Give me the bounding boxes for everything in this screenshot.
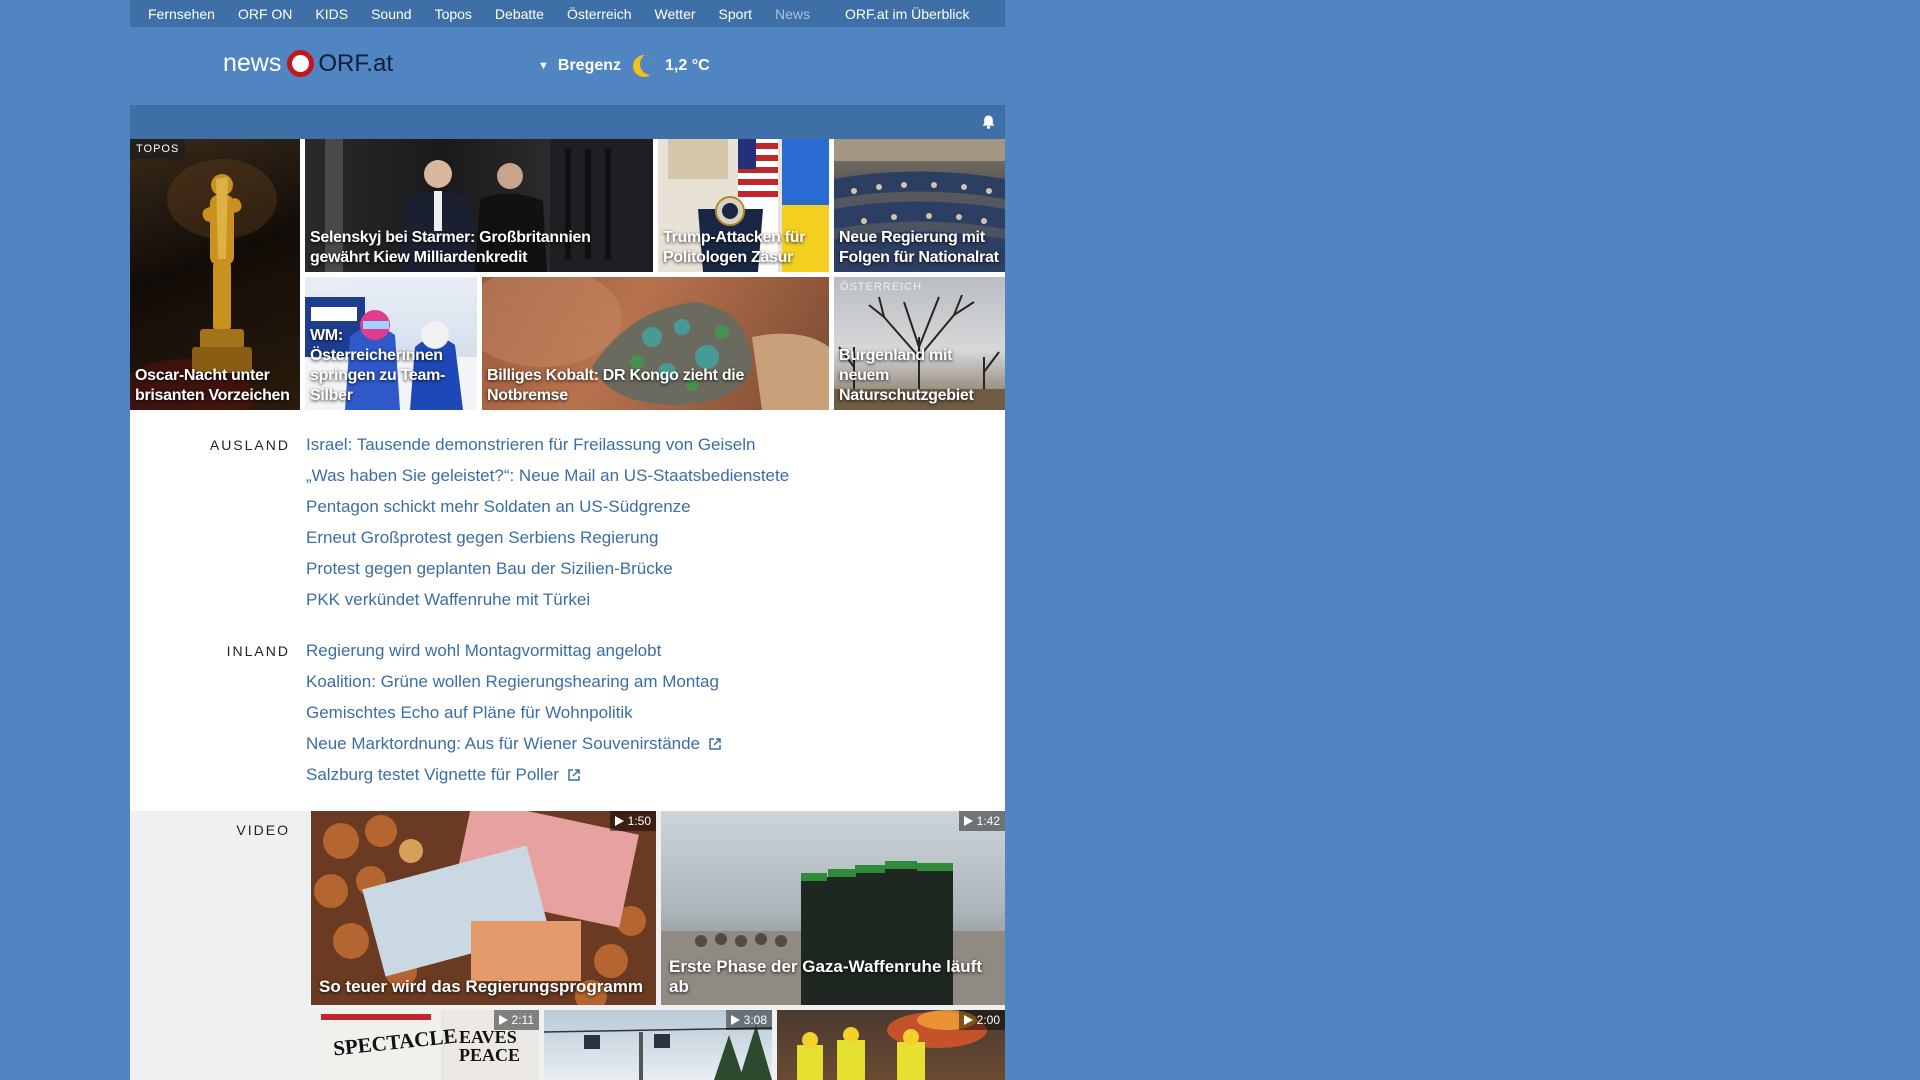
inland-news-list: Regierung wird wohl Montagvormittag ange… bbox=[306, 635, 722, 790]
tile-tag-oesterreich: ÖSTERREICH bbox=[840, 281, 923, 293]
tile-tag-sport: SPORT bbox=[311, 281, 354, 293]
news-link[interactable]: PKK verkündet Waffenruhe mit Türkei bbox=[306, 584, 789, 615]
news-link[interactable]: Erneut Großprotest gegen Serbiens Regier… bbox=[306, 522, 789, 553]
teaser-oscar[interactable]: TOPOS Oscar-Nacht unter brisanten Vorzei… bbox=[130, 139, 300, 410]
service-navigation: Fernsehen ORF ON KIDS Sound Topos Debatt… bbox=[130, 0, 1005, 27]
video-duration: 2:11 bbox=[493, 1010, 539, 1030]
news-link[interactable]: Protest gegen geplanten Bau der Sizilien… bbox=[306, 553, 789, 584]
tile-caption: Oscar-Nacht unter brisanten Vorzeichen bbox=[135, 367, 290, 404]
teaser-nationalrat[interactable]: Neue Regierung mit Folgen für Nationalra… bbox=[834, 139, 1005, 272]
news-link-text[interactable]: Gemischtes Echo auf Pläne für Wohnpoliti… bbox=[306, 703, 633, 723]
video-caption: So teuer wird das Regierungsprogramm bbox=[319, 977, 644, 996]
tile-caption: Billiges Kobalt: DR Kongo zieht die Notb… bbox=[487, 367, 745, 404]
logo-orf-text: ORF.at bbox=[318, 49, 394, 77]
news-link[interactable]: Koalition: Grüne wollen Regierungshearin… bbox=[306, 666, 722, 697]
video-firefighters[interactable]: 2:00 bbox=[777, 1010, 1005, 1080]
news-link-text[interactable]: Koalition: Grüne wollen Regierungshearin… bbox=[306, 672, 719, 692]
nav-sound[interactable]: Sound bbox=[371, 6, 411, 22]
play-icon bbox=[963, 1015, 973, 1025]
nav-wetter[interactable]: Wetter bbox=[655, 6, 696, 22]
section-label-inland: INLAND bbox=[226, 643, 290, 659]
external-link-icon bbox=[568, 768, 580, 781]
money-photo bbox=[314, 811, 646, 1005]
duration-text: 2:00 bbox=[976, 1013, 1000, 1027]
weather-widget[interactable]: ▼ Bregenz 1,2 °C bbox=[538, 55, 710, 77]
teaser-trump-attacks[interactable]: Trump-Attacken für Politologen Zäsur bbox=[658, 139, 829, 272]
video-duration: 3:08 bbox=[725, 1010, 772, 1030]
weather-temperature: 1,2 °C bbox=[665, 57, 710, 74]
nav-fernsehen[interactable]: Fernsehen bbox=[148, 6, 215, 22]
nav-news[interactable]: News bbox=[775, 6, 810, 22]
news-link[interactable]: Gemischtes Echo auf Pläne für Wohnpoliti… bbox=[306, 697, 722, 728]
news-link[interactable]: Neue Marktordnung: Aus für Wiener Souven… bbox=[306, 728, 722, 759]
tile-caption: Neue Regierung mit Folgen für Nationalra… bbox=[839, 229, 999, 266]
nav-debatte[interactable]: Debatte bbox=[495, 6, 544, 22]
play-icon bbox=[614, 816, 624, 826]
teaser-burgenland[interactable]: ÖSTERREICH Burgenland mit neuem Natursch… bbox=[834, 277, 1005, 410]
header-bar bbox=[130, 105, 1005, 139]
news-link[interactable]: „Was haben Sie geleistet?“: Neue Mail an… bbox=[306, 460, 789, 491]
play-icon bbox=[963, 816, 973, 826]
duration-text: 2:11 bbox=[511, 1013, 534, 1027]
ausland-news-list: Israel: Tausende demonstrieren für Freil… bbox=[306, 429, 789, 615]
external-link-icon bbox=[709, 737, 721, 750]
bell-icon[interactable] bbox=[982, 115, 995, 129]
orf-eye-icon bbox=[287, 50, 315, 77]
teaser-kobalt-kongo[interactable]: Billiges Kobalt: DR Kongo zieht die Notb… bbox=[482, 277, 829, 410]
video-newspapers[interactable]: SPECTACLE EAVES PEACE 2:11 bbox=[311, 1010, 539, 1080]
play-icon bbox=[730, 1015, 740, 1025]
video-duration: 1:50 bbox=[609, 811, 656, 831]
video-gaza-waffenruhe[interactable]: 1:42 Erste Phase der Gaza-Waffenruhe läu… bbox=[661, 811, 1005, 1005]
tile-tag-topos: TOPOS bbox=[130, 139, 186, 159]
nav-kids[interactable]: KIDS bbox=[315, 6, 348, 22]
teaser-selenskyj-starmer[interactable]: Selenskyj bei Starmer: Großbritannien ge… bbox=[305, 139, 653, 272]
newspaper-headline-b: EAVES PEACE bbox=[459, 1027, 521, 1065]
tile-caption: Selenskyj bei Starmer: Großbritannien ge… bbox=[310, 229, 591, 266]
video-caption: Erste Phase der Gaza-Waffenruhe läuft ab bbox=[669, 957, 983, 996]
news-orf-logo[interactable]: news ORF.at bbox=[223, 49, 393, 78]
nav-oesterreich[interactable]: Österreich bbox=[567, 6, 632, 22]
video-duration: 2:00 bbox=[958, 1010, 1005, 1030]
moon-icon bbox=[633, 55, 656, 77]
duration-text: 3:08 bbox=[743, 1013, 767, 1027]
news-link-text[interactable]: Salzburg testet Vignette für Poller bbox=[306, 765, 559, 785]
video-regierungsprogramm[interactable]: 1:50 So teuer wird das Regierungsprogram… bbox=[311, 811, 656, 1005]
video-duration: 1:42 bbox=[958, 811, 1005, 831]
tile-caption: Trump-Attacken für Politologen Zäsur bbox=[663, 229, 806, 266]
nav-topos[interactable]: Topos bbox=[435, 6, 472, 22]
site-header: news ORF.at ▼ Bregenz 1,2 °C bbox=[130, 27, 1005, 105]
logo-news-text: news bbox=[223, 49, 282, 77]
nav-sport[interactable]: Sport bbox=[719, 6, 752, 22]
news-link[interactable]: Pentagon schickt mehr Soldaten an US-Süd… bbox=[306, 491, 789, 522]
news-link-text[interactable]: Neue Marktordnung: Aus für Wiener Souven… bbox=[306, 734, 700, 754]
play-icon bbox=[498, 1015, 508, 1025]
tile-caption: Burgenland mit neuem Naturschutzgebiet bbox=[839, 347, 974, 404]
location-dropdown-icon[interactable]: ▼ bbox=[538, 60, 549, 72]
section-label-ausland: AUSLAND bbox=[209, 437, 290, 453]
tile-caption: WM: Österreicherinnen springen zu Team-S… bbox=[310, 327, 446, 404]
video-skilift[interactable]: 3:08 bbox=[544, 1010, 772, 1080]
weather-location[interactable]: Bregenz bbox=[558, 57, 621, 75]
news-link[interactable]: Salzburg testet Vignette für Poller bbox=[306, 759, 722, 790]
nav-orf-on[interactable]: ORF ON bbox=[238, 6, 292, 22]
section-label-video: VIDEO bbox=[236, 822, 290, 838]
duration-text: 1:42 bbox=[976, 814, 1000, 828]
news-link[interactable]: Israel: Tausende demonstrieren für Freil… bbox=[306, 429, 789, 460]
news-link[interactable]: Regierung wird wohl Montagvormittag ange… bbox=[306, 635, 722, 666]
duration-text: 1:50 bbox=[627, 814, 651, 828]
news-link-text[interactable]: Regierung wird wohl Montagvormittag ange… bbox=[306, 641, 661, 661]
nav-orf-overview[interactable]: ORF.at im Überblick bbox=[845, 6, 969, 22]
teaser-wm-team-silber[interactable]: SPORT WM: Österreicherinnen springen zu … bbox=[305, 277, 477, 410]
